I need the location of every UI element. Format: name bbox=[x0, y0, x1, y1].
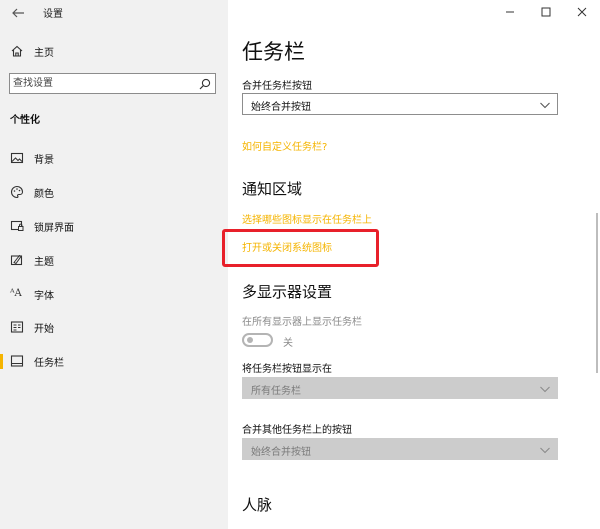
back-arrow-icon[interactable] bbox=[10, 5, 26, 21]
sidebar-item-lock-screen[interactable]: 锁屏界面 bbox=[0, 214, 228, 240]
combine-buttons-select[interactable]: 始终合并按钮 bbox=[242, 93, 558, 115]
show-on-all-displays-label: 在所有显示器上显示任务栏 bbox=[242, 317, 362, 328]
sidebar-item-taskbar[interactable]: 任务栏 bbox=[0, 349, 228, 375]
select-icons-link[interactable]: 选择哪些图标显示在任务栏上 bbox=[242, 211, 372, 226]
chevron-down-icon bbox=[540, 102, 550, 109]
customize-taskbar-link[interactable]: 如何自定义任务栏? bbox=[242, 138, 327, 153]
search-box[interactable] bbox=[9, 73, 216, 94]
search-icon[interactable] bbox=[199, 78, 211, 90]
people-title: 人脉 bbox=[242, 496, 273, 514]
toggle-state-label: 关 bbox=[283, 338, 293, 349]
select-value: 始终合并按钮 bbox=[251, 447, 311, 458]
lock-screen-icon bbox=[10, 220, 24, 231]
highlight-annotation-box bbox=[222, 229, 379, 267]
select-value: 所有任务栏 bbox=[251, 386, 301, 397]
sidebar-item-label: 背景 bbox=[34, 155, 54, 166]
chevron-down-icon bbox=[540, 447, 550, 454]
show-buttons-on-select[interactable]: 所有任务栏 bbox=[242, 377, 558, 399]
sidebar-item-label: 锁屏界面 bbox=[34, 223, 74, 234]
combine-other-label: 合并其他任务栏上的按钮 bbox=[242, 425, 352, 436]
sidebar-item-label: 颜色 bbox=[34, 189, 54, 200]
multi-display-title: 多显示器设置 bbox=[242, 283, 333, 301]
active-indicator bbox=[0, 354, 3, 369]
sidebar-item-fonts[interactable]: ᴬA 字体 bbox=[0, 282, 228, 308]
window-controls bbox=[492, 0, 600, 24]
show-on-all-displays-toggle[interactable] bbox=[242, 333, 273, 347]
select-value: 始终合并按钮 bbox=[251, 102, 311, 113]
sidebar-item-label: 任务栏 bbox=[34, 358, 64, 369]
section-heading: 个性化 bbox=[10, 115, 40, 126]
maximize-icon[interactable] bbox=[528, 0, 564, 24]
close-icon[interactable] bbox=[564, 0, 600, 24]
combine-buttons-label: 合并任务栏按钮 bbox=[242, 81, 312, 92]
app-title: 设置 bbox=[43, 9, 63, 20]
image-icon bbox=[10, 152, 24, 164]
combine-other-select[interactable]: 始终合并按钮 bbox=[242, 438, 558, 460]
sidebar-item-home[interactable]: 主页 bbox=[0, 39, 228, 65]
sidebar-item-label: 主页 bbox=[34, 48, 54, 59]
page-title: 任务栏 bbox=[242, 40, 305, 64]
taskbar-icon bbox=[10, 355, 24, 367]
minimize-icon[interactable] bbox=[492, 0, 528, 24]
notification-area-title: 通知区域 bbox=[242, 180, 303, 198]
sidebar-item-start[interactable]: 开始 bbox=[0, 315, 228, 341]
sidebar-item-label: 开始 bbox=[34, 324, 54, 335]
sidebar-item-label: 字体 bbox=[34, 291, 54, 302]
sidebar-item-themes[interactable]: 主题 bbox=[0, 248, 228, 274]
home-icon bbox=[11, 45, 23, 57]
toggle-knob bbox=[247, 337, 253, 343]
sidebar: 设置 主页 个性化 背景 颜色 锁屏界面 bbox=[0, 0, 228, 529]
palette-icon bbox=[11, 185, 24, 199]
start-menu-icon bbox=[10, 321, 24, 333]
chevron-down-icon bbox=[540, 386, 550, 393]
theme-brush-icon bbox=[10, 254, 23, 266]
sidebar-item-colors[interactable]: 颜色 bbox=[0, 180, 228, 206]
search-input[interactable] bbox=[13, 76, 191, 91]
scrollbar[interactable] bbox=[596, 213, 598, 373]
show-buttons-on-label: 将任务栏按钮显示在 bbox=[242, 364, 332, 375]
font-icon: ᴬA bbox=[10, 288, 22, 299]
sidebar-item-label: 主题 bbox=[34, 257, 54, 268]
sidebar-item-background[interactable]: 背景 bbox=[0, 146, 228, 172]
